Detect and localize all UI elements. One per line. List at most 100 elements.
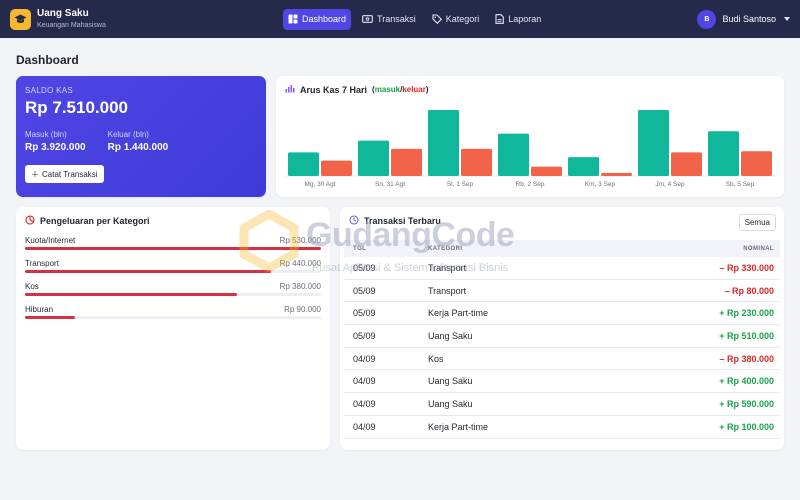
table-row[interactable]: 04/09 Uang Saku + Rp 400.000 <box>344 370 780 394</box>
nav-item-transaksi[interactable]: Transaksi <box>357 9 421 30</box>
bar-keluar-0[interactable] <box>321 160 352 176</box>
bar-masuk-5[interactable] <box>638 110 669 176</box>
table-header: TGL KATEGORI NOMINAL <box>344 240 780 257</box>
bar-masuk-4[interactable] <box>568 157 599 176</box>
bar-chart-icon <box>285 84 295 95</box>
category-name: Hiburan <box>25 305 54 314</box>
row-nominal: + Rp 590.000 <box>719 398 774 409</box>
bar-masuk-6[interactable] <box>708 131 739 176</box>
table-row[interactable]: 04/09 Kos – Rp 380.000 <box>344 348 780 371</box>
nav-label: Dashboard <box>302 14 347 24</box>
row-tgl: 04/09 <box>353 421 376 432</box>
row-tgl: 05/09 <box>353 262 376 273</box>
category-list: Kuota/Internet Rp 530.000 Transport Rp 440.… <box>25 236 321 319</box>
bar-keluar-1[interactable] <box>391 148 422 176</box>
brand[interactable]: Uang Saku Keuangan Mahasiswa <box>10 8 280 31</box>
row-nominal: – Rp 380.000 <box>719 353 774 364</box>
avatar: B <box>697 9 717 29</box>
x-tick-label: Mg, 30 Agt <box>304 181 335 188</box>
legend-paren-close: ) <box>425 85 429 94</box>
x-tick-label: Jm, 4 Sep <box>655 181 685 188</box>
catat-transaksi-label: Catat Transaksi <box>42 169 98 179</box>
category-bar-track <box>25 316 321 319</box>
table-row[interactable]: 05/09 Transport – Rp 330.000 <box>344 257 780 280</box>
category-name: Kuota/Internet <box>25 236 76 245</box>
bar-masuk-3[interactable] <box>498 133 529 176</box>
saldo-card: SALDO KAS Rp 7.510.000 Masuk (bln) Rp 3.… <box>16 76 266 197</box>
category-bar-fill <box>25 293 238 296</box>
wallet-icon <box>362 14 373 24</box>
category-amount: Rp 440.000 <box>279 259 321 268</box>
pie-chart-icon <box>25 215 35 227</box>
bar-masuk-1[interactable] <box>358 140 389 176</box>
header-kategori: KATEGORI <box>428 245 463 252</box>
category-bar-track <box>25 247 321 250</box>
user-name: Budi Santoso <box>722 14 776 24</box>
app-subtitle: Keuangan Mahasiswa <box>37 21 106 29</box>
dashboard-icon <box>288 14 298 24</box>
table-row[interactable]: 05/09 Kerja Part-time + Rp 230.000 <box>344 302 780 326</box>
bar-masuk-0[interactable] <box>288 152 319 176</box>
bar-keluar-6[interactable] <box>741 151 772 176</box>
category-item: Kos Rp 380.000 <box>25 282 321 296</box>
table-row[interactable]: 05/09 Transport – Rp 80.000 <box>344 280 780 303</box>
category-bar-fill <box>25 316 76 319</box>
row-kategori: Uang Saku <box>428 376 473 387</box>
nav-item-dashboard[interactable]: Dashboard <box>283 8 352 30</box>
nav-item-laporan[interactable]: Laporan <box>490 9 546 30</box>
saldo-value: Rp 7.510.000 <box>25 98 129 117</box>
keluar-value: Rp 1.440.000 <box>107 142 169 153</box>
row-kategori: Uang Saku <box>428 398 473 409</box>
row-kategori: Kerja Part-time <box>428 308 489 319</box>
category-item: Kuota/Internet Rp 530.000 <box>25 236 321 250</box>
user-menu[interactable]: B Budi Santoso <box>697 9 790 29</box>
clock-icon <box>349 215 359 227</box>
row-nominal: + Rp 100.000 <box>719 421 774 432</box>
row-nominal: – Rp 80.000 <box>724 285 774 296</box>
row-kategori: Transport <box>428 285 467 296</box>
masuk-label: Masuk (bln) <box>25 130 67 139</box>
row-nominal: – Rp 330.000 <box>719 262 774 273</box>
row-tgl: 04/09 <box>353 398 376 409</box>
category-amount: Rp 380.000 <box>279 282 321 291</box>
tag-icon <box>432 14 442 24</box>
catat-transaksi-button[interactable]: ＋ Catat Transaksi <box>25 165 104 183</box>
report-icon <box>495 14 505 24</box>
plus-icon: ＋ <box>31 169 39 179</box>
row-kategori: Transport <box>428 262 467 273</box>
semua-button[interactable]: Semua <box>738 214 776 231</box>
x-tick-label: Rb, 2 Sep <box>516 181 545 188</box>
nav-item-kategori[interactable]: Kategori <box>427 9 485 30</box>
row-kategori: Kerja Part-time <box>428 421 489 432</box>
table-row[interactable]: 04/09 Kerja Part-time + Rp 100.000 <box>344 416 780 439</box>
nav-label: Kategori <box>445 14 480 24</box>
row-tgl: 04/09 <box>353 376 376 387</box>
bar-keluar-5[interactable] <box>671 152 702 176</box>
top-navbar: Uang Saku Keuangan Mahasiswa Dashboard T… <box>0 0 800 38</box>
masuk-value: Rp 3.920.000 <box>25 142 86 153</box>
transaksi-card: Transaksi Terbaru Semua TGL KATEGORI NOM… <box>340 207 784 450</box>
row-kategori: Kos <box>428 353 444 364</box>
bar-keluar-4[interactable] <box>601 173 632 176</box>
bar-keluar-3[interactable] <box>531 166 562 176</box>
keluar-label: Keluar (bln) <box>107 130 149 139</box>
nav-label: Laporan <box>508 14 542 24</box>
category-item: Transport Rp 440.000 <box>25 259 321 273</box>
table-row[interactable]: 05/09 Uang Saku + Rp 510.000 <box>344 325 780 348</box>
category-amount: Rp 530.000 <box>279 236 321 245</box>
row-tgl: 05/09 <box>353 285 376 296</box>
bar-keluar-2[interactable] <box>461 148 492 176</box>
category-bar-fill <box>25 247 321 250</box>
table-row[interactable]: 04/09 Uang Saku + Rp 590.000 <box>344 393 780 416</box>
main-nav: Dashboard Transaksi Kategori Laporan <box>283 8 546 30</box>
header-nominal: NOMINAL <box>743 245 774 252</box>
legend-masuk: masuk <box>374 85 401 94</box>
row-tgl: 04/09 <box>353 353 376 364</box>
row-nominal: + Rp 400.000 <box>719 376 774 387</box>
legend-keluar: keluar <box>402 85 426 94</box>
row-tgl: 05/09 <box>353 330 376 341</box>
x-tick-label: Sb, 5 Sep <box>726 181 755 188</box>
saldo-label: SALDO KAS <box>25 86 74 95</box>
bar-masuk-2[interactable] <box>428 110 459 176</box>
arus-kas-title: Arus Kas 7 Hari <box>300 84 368 95</box>
